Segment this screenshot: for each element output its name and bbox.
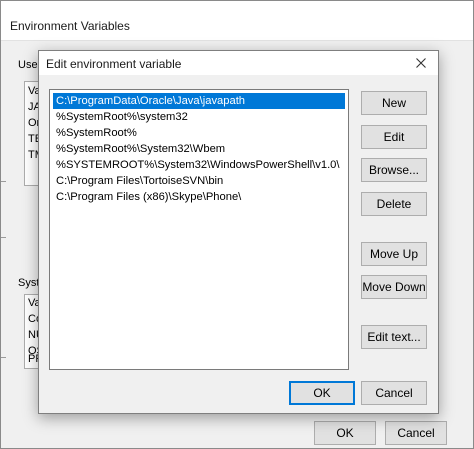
new-button[interactable]: New bbox=[361, 91, 427, 115]
ok-button[interactable]: OK bbox=[289, 381, 355, 405]
close-button[interactable] bbox=[408, 52, 434, 74]
window-edge-line bbox=[1, 181, 6, 182]
bg-title-bar: Environment Variables bbox=[1, 1, 473, 41]
dialog-title-bar: Edit environment variable bbox=[39, 51, 438, 75]
path-item[interactable]: C:\Program Files (x86)\Skype\Phone\ bbox=[53, 189, 345, 205]
edit-environment-variable-dialog: Edit environment variable C:\ProgramData… bbox=[38, 50, 439, 414]
path-item[interactable]: %SystemRoot%\system32 bbox=[53, 109, 345, 125]
edit-text-button[interactable]: Edit text... bbox=[361, 325, 427, 349]
window-edge-line bbox=[1, 237, 6, 238]
path-list[interactable]: C:\ProgramData\Oracle\Java\javapath %Sys… bbox=[49, 89, 349, 370]
edit-button[interactable]: Edit bbox=[361, 125, 427, 149]
close-icon bbox=[408, 58, 434, 68]
bg-window-title: Environment Variables bbox=[10, 19, 130, 33]
dialog-title: Edit environment variable bbox=[46, 57, 182, 71]
browse-button[interactable]: Browse... bbox=[361, 158, 427, 182]
bg-ok-button[interactable]: OK bbox=[314, 421, 376, 445]
path-item[interactable]: C:\Program Files\TortoiseSVN\bin bbox=[53, 173, 345, 189]
bg-cancel-button[interactable]: Cancel bbox=[385, 421, 447, 445]
delete-button[interactable]: Delete bbox=[361, 192, 427, 216]
move-up-button[interactable]: Move Up bbox=[361, 242, 427, 266]
path-item[interactable]: %SystemRoot% bbox=[53, 125, 345, 141]
path-item[interactable]: %SYSTEMROOT%\System32\WindowsPowerShell\… bbox=[53, 157, 345, 173]
path-item[interactable]: %SystemRoot%\System32\Wbem bbox=[53, 141, 345, 157]
path-item[interactable]: C:\ProgramData\Oracle\Java\javapath bbox=[53, 93, 345, 109]
move-down-button[interactable]: Move Down bbox=[361, 275, 427, 299]
window-edge-line bbox=[1, 357, 6, 358]
cancel-button[interactable]: Cancel bbox=[361, 381, 427, 405]
